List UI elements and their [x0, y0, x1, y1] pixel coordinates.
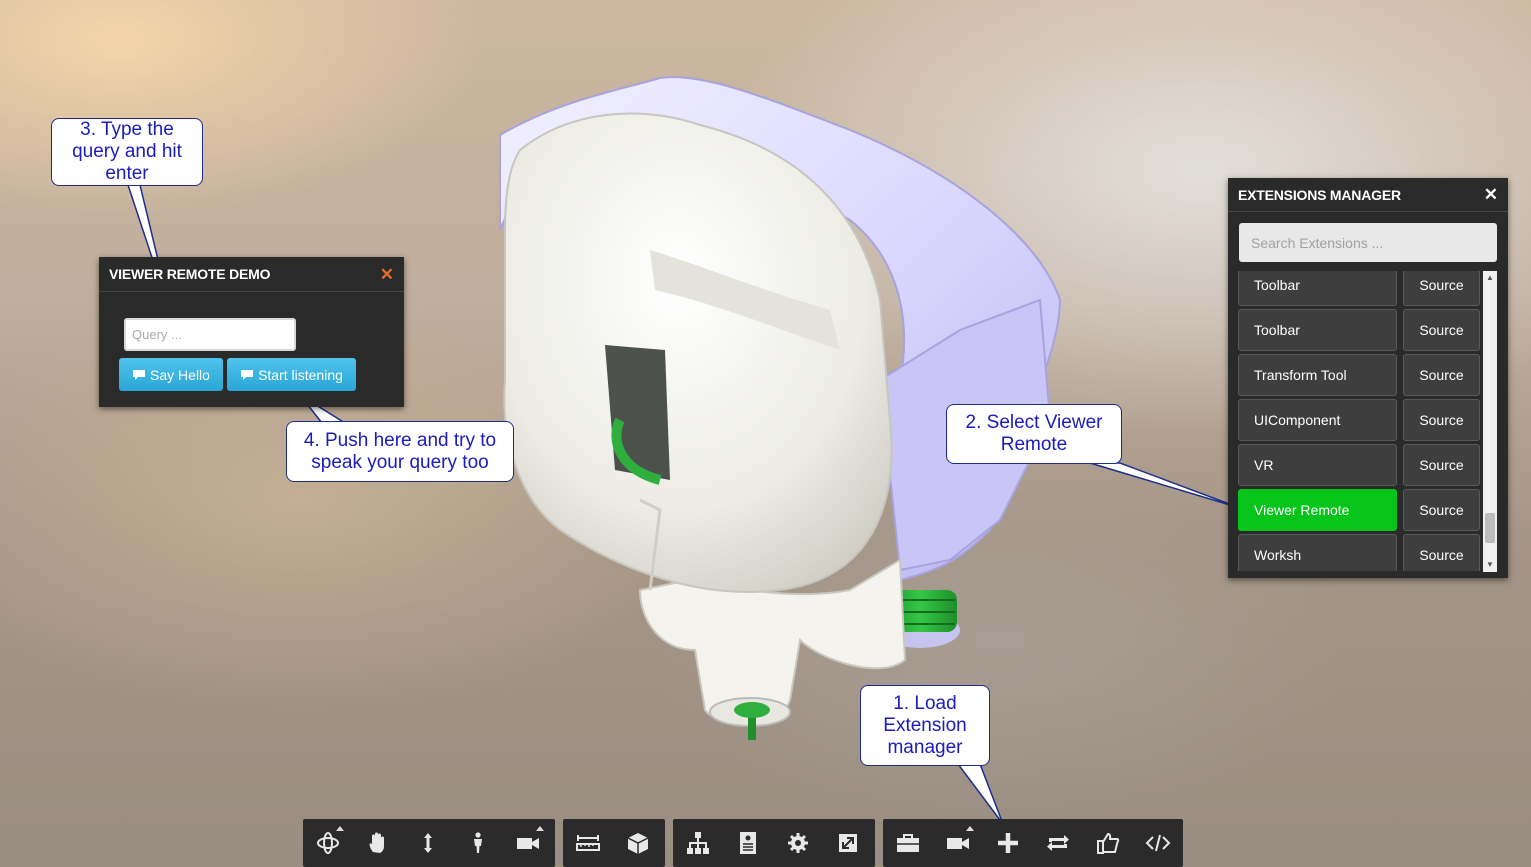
- like-icon: [1097, 832, 1120, 854]
- model-structure-icon: [687, 832, 709, 854]
- extensions-toolbar-group: [883, 819, 1183, 867]
- settings-button[interactable]: [773, 819, 823, 867]
- panel-header[interactable]: VIEWER REMOTE DEMO ✕: [99, 257, 404, 292]
- source-button[interactable]: Source: [1403, 399, 1480, 441]
- first-person-icon: [474, 832, 482, 853]
- measure-icon: [576, 835, 600, 851]
- extension-row: UIComponent Source: [1238, 399, 1480, 441]
- video-camera-button[interactable]: [933, 819, 983, 867]
- source-button[interactable]: Source: [1403, 309, 1480, 351]
- extension-name-button[interactable]: VR: [1238, 444, 1397, 486]
- extension-row: Worksh Source: [1238, 534, 1480, 571]
- first-person-button[interactable]: [453, 819, 503, 867]
- extension-name-button[interactable]: Toolbar: [1238, 309, 1397, 351]
- extensions-scrollbar[interactable]: ▲ ▼: [1483, 271, 1497, 572]
- viewer-remote-panel: VIEWER REMOTE DEMO ✕ Say Hello Start lis…: [99, 257, 404, 407]
- search-extensions-input[interactable]: [1239, 223, 1497, 262]
- scroll-down-icon[interactable]: ▼: [1483, 558, 1497, 572]
- extensions-list[interactable]: Toolbar Source Toolbar Source Transform …: [1238, 271, 1480, 571]
- orbit-icon: [317, 832, 339, 854]
- extension-name-button[interactable]: Transform Tool: [1238, 354, 1397, 396]
- panel-title: VIEWER REMOTE DEMO: [109, 266, 271, 282]
- measure-toolbar-group: [563, 819, 665, 867]
- source-button[interactable]: Source: [1403, 534, 1480, 571]
- extension-name-button-viewer-remote[interactable]: Viewer Remote: [1238, 489, 1397, 531]
- loop-button[interactable]: [1033, 819, 1083, 867]
- source-button[interactable]: Source: [1403, 489, 1480, 531]
- query-input[interactable]: [124, 318, 296, 351]
- orbit-button[interactable]: [303, 819, 353, 867]
- properties-button[interactable]: [723, 819, 773, 867]
- loop-icon: [1047, 835, 1069, 851]
- panel-header[interactable]: EXTENSIONS MANAGER ✕: [1228, 178, 1508, 212]
- navigation-toolbar-group: [303, 819, 555, 867]
- pan-icon: [369, 832, 384, 853]
- pan-button[interactable]: [353, 819, 403, 867]
- panel-title: EXTENSIONS MANAGER: [1238, 186, 1401, 203]
- camera-button[interactable]: [503, 819, 553, 867]
- add-extension-button[interactable]: [983, 819, 1033, 867]
- section-box-button[interactable]: [613, 819, 663, 867]
- chat-icon: [133, 369, 146, 380]
- extensions-manager-panel: EXTENSIONS MANAGER ✕ Toolbar Source Tool…: [1228, 178, 1508, 578]
- add-extension-icon: [998, 833, 1018, 853]
- model-toolbar-group: [673, 819, 875, 867]
- callout-step-3: 3. Type the query and hit enter: [51, 118, 203, 186]
- model-structure-button[interactable]: [673, 819, 723, 867]
- source-button[interactable]: Source: [1403, 444, 1480, 486]
- properties-icon: [740, 832, 756, 854]
- fullscreen-button[interactable]: [823, 819, 873, 867]
- extension-row: Toolbar Source: [1238, 309, 1480, 351]
- say-hello-button[interactable]: Say Hello: [119, 358, 223, 391]
- code-icon: [1145, 834, 1171, 852]
- extensions-briefcase-icon: [897, 834, 919, 852]
- say-hello-label: Say Hello: [150, 366, 210, 383]
- callout-step-2: 2. Select Viewer Remote: [946, 404, 1122, 464]
- dolly-button[interactable]: [403, 819, 453, 867]
- extension-name-button[interactable]: UIComponent: [1238, 399, 1397, 441]
- close-icon[interactable]: ✕: [1484, 186, 1498, 203]
- extension-name-button[interactable]: Toolbar: [1238, 271, 1397, 306]
- settings-icon: [788, 833, 808, 853]
- extension-row-selected: Viewer Remote Source: [1238, 489, 1480, 531]
- extensions-briefcase-button[interactable]: [883, 819, 933, 867]
- dolly-icon: [424, 833, 432, 853]
- source-button[interactable]: Source: [1403, 271, 1480, 306]
- start-listening-label: Start listening: [258, 366, 343, 383]
- code-button[interactable]: [1133, 819, 1183, 867]
- extension-name-button[interactable]: Worksh: [1238, 534, 1397, 571]
- fullscreen-icon: [839, 834, 857, 852]
- section-box-icon: [627, 833, 649, 854]
- like-button[interactable]: [1083, 819, 1133, 867]
- scroll-up-icon[interactable]: ▲: [1483, 271, 1497, 285]
- camera-icon: [517, 838, 539, 849]
- chat-icon: [241, 369, 254, 380]
- source-button[interactable]: Source: [1403, 354, 1480, 396]
- scroll-thumb[interactable]: [1485, 513, 1495, 543]
- callout-step-4: 4. Push here and try to speak your query…: [286, 421, 514, 482]
- callout-step-1: 1. Load Extension manager: [860, 685, 990, 766]
- measure-button[interactable]: [563, 819, 613, 867]
- start-listening-button[interactable]: Start listening: [227, 358, 356, 391]
- close-icon[interactable]: ✕: [380, 266, 394, 283]
- extension-row: Toolbar Source: [1238, 271, 1480, 306]
- video-camera-icon: [947, 838, 969, 849]
- extension-row: VR Source: [1238, 444, 1480, 486]
- extension-row: Transform Tool Source: [1238, 354, 1480, 396]
